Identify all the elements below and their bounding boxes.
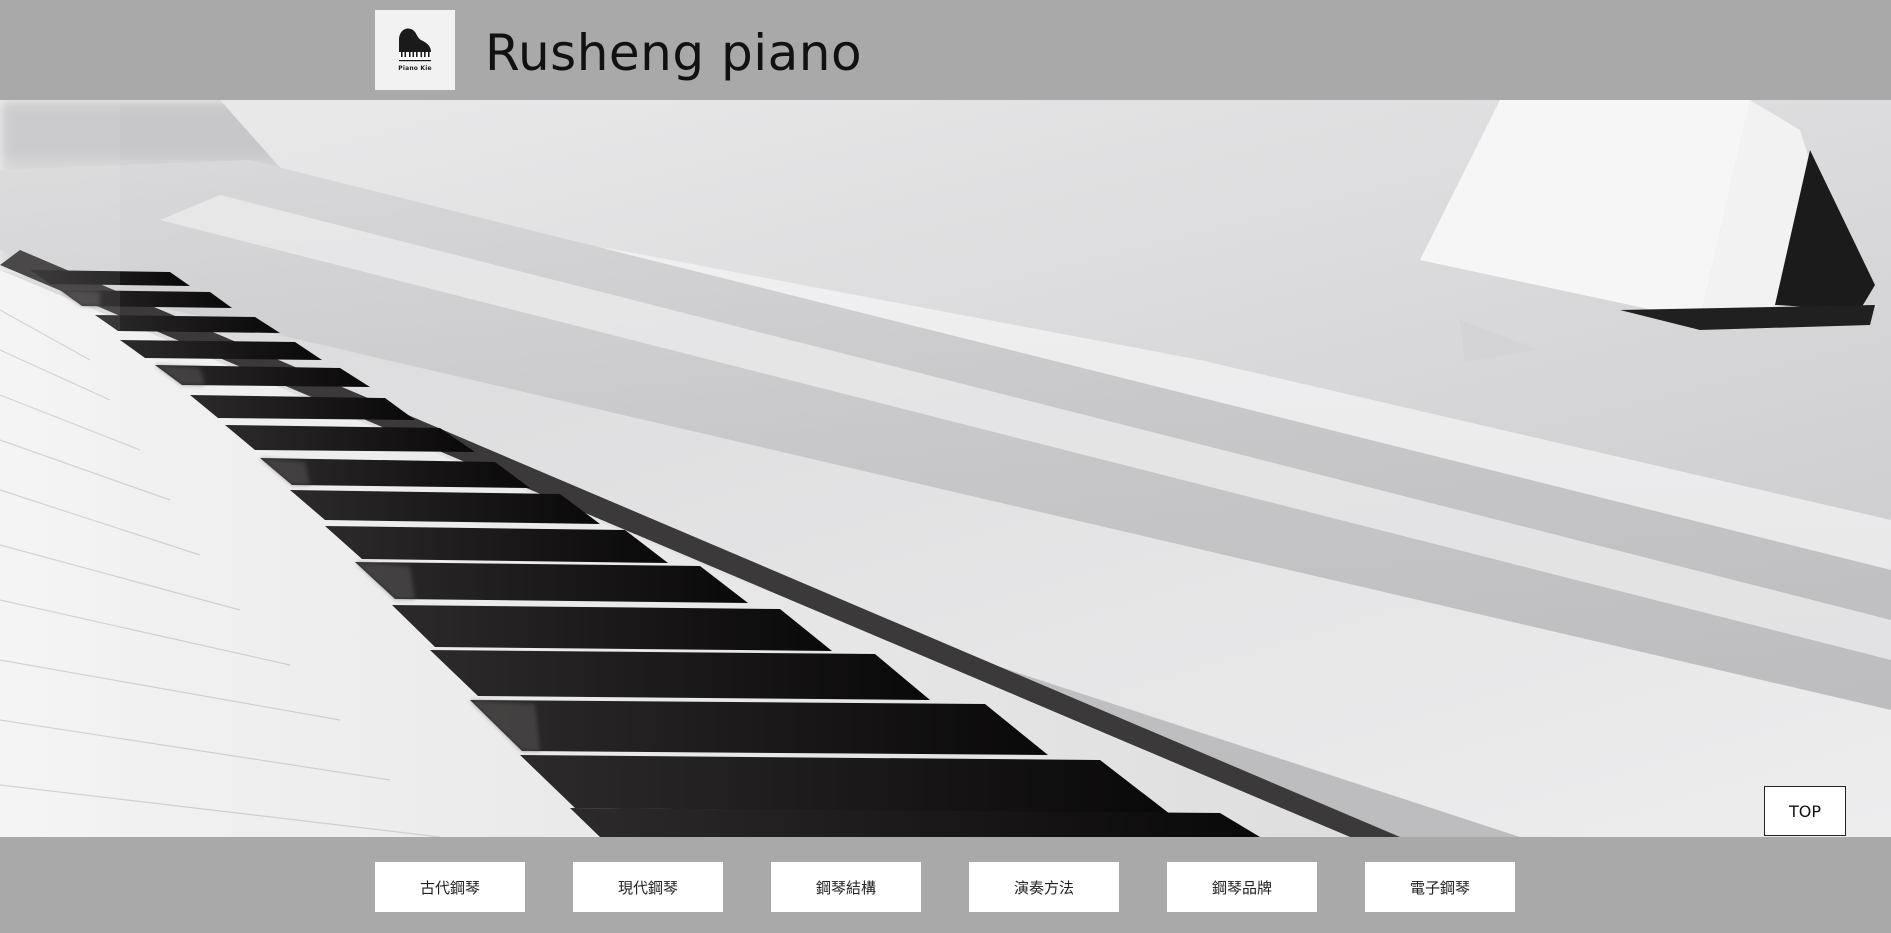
page: Piano Kie Rusheng piano TOP 古代鋼琴 現代鋼琴 鋼琴…	[0, 0, 1891, 933]
nav-ancient-piano-button[interactable]: 古代鋼琴	[375, 862, 525, 912]
piano-keyboard-photo	[0, 100, 1891, 837]
nav-piano-brands-button[interactable]: 鋼琴品牌	[1167, 862, 1317, 912]
grand-piano-logo-icon	[399, 28, 431, 62]
nav-modern-piano-button[interactable]: 現代鋼琴	[573, 862, 723, 912]
nav-playing-method-button[interactable]: 演奏方法	[969, 862, 1119, 912]
bottom-nav: 古代鋼琴 現代鋼琴 鋼琴結構 演奏方法 鋼琴品牌 電子鋼琴	[0, 837, 1891, 933]
site-header: Piano Kie Rusheng piano	[0, 0, 1891, 100]
logo-text: Piano Kie	[398, 65, 432, 72]
hero-image	[0, 100, 1891, 837]
nav-electronic-piano-button[interactable]: 電子鋼琴	[1365, 862, 1515, 912]
site-title: Rusheng piano	[485, 24, 863, 82]
site-logo[interactable]: Piano Kie	[375, 10, 455, 90]
back-to-top-button[interactable]: TOP	[1764, 786, 1846, 836]
nav-piano-structure-button[interactable]: 鋼琴結構	[771, 862, 921, 912]
